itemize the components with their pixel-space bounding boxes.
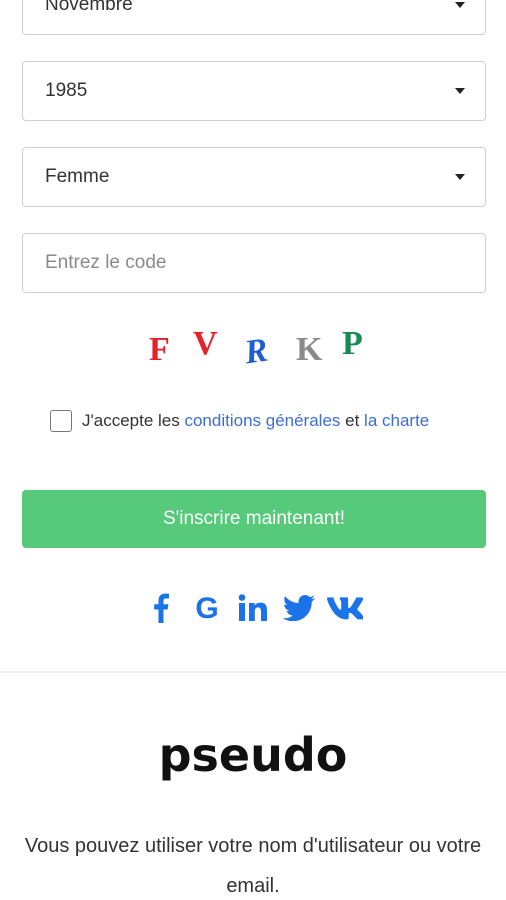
- google-icon[interactable]: G: [189, 590, 225, 626]
- caret-down-icon: [455, 2, 465, 8]
- facebook-icon[interactable]: [143, 590, 179, 626]
- year-select-value: 1985: [45, 80, 88, 101]
- captcha-char: P: [342, 325, 363, 362]
- terms-middle-text: et: [340, 411, 365, 430]
- vk-icon[interactable]: [327, 590, 363, 626]
- info-description: Vous pouvez utiliser votre nom d'utilisa…: [24, 835, 482, 897]
- month-select-value: Novembre: [45, 0, 133, 15]
- twitter-icon[interactable]: [281, 590, 317, 626]
- caret-down-icon: [455, 88, 465, 94]
- signup-button[interactable]: S'inscrire maintenant!: [22, 490, 486, 548]
- captcha-char: V: [193, 325, 218, 362]
- conditions-link[interactable]: conditions générales: [184, 411, 340, 431]
- svg-text:G: G: [195, 593, 218, 623]
- info-title: pseudo: [158, 728, 348, 782]
- terms-prefix-text: J'accepte les: [82, 411, 185, 430]
- terms-agreement: J'accepte les conditions générales et la…: [50, 408, 429, 434]
- captcha-code-input[interactable]: [22, 233, 486, 293]
- terms-checkbox[interactable]: [50, 410, 72, 432]
- gender-select-value: Femme: [45, 166, 110, 187]
- captcha-char: R: [242, 331, 271, 372]
- year-select[interactable]: 1985: [22, 61, 486, 121]
- charter-link[interactable]: la charte: [364, 411, 429, 431]
- social-login-bar: G: [0, 588, 506, 628]
- linkedin-icon[interactable]: [235, 590, 271, 626]
- gender-select[interactable]: Femme: [22, 147, 486, 207]
- section-divider: [0, 671, 506, 673]
- captcha-image: F V R K P: [0, 325, 506, 375]
- captcha-char: K: [296, 331, 323, 368]
- caret-down-icon: [455, 174, 465, 180]
- month-select[interactable]: Novembre: [22, 0, 486, 35]
- captcha-char: F: [149, 331, 170, 368]
